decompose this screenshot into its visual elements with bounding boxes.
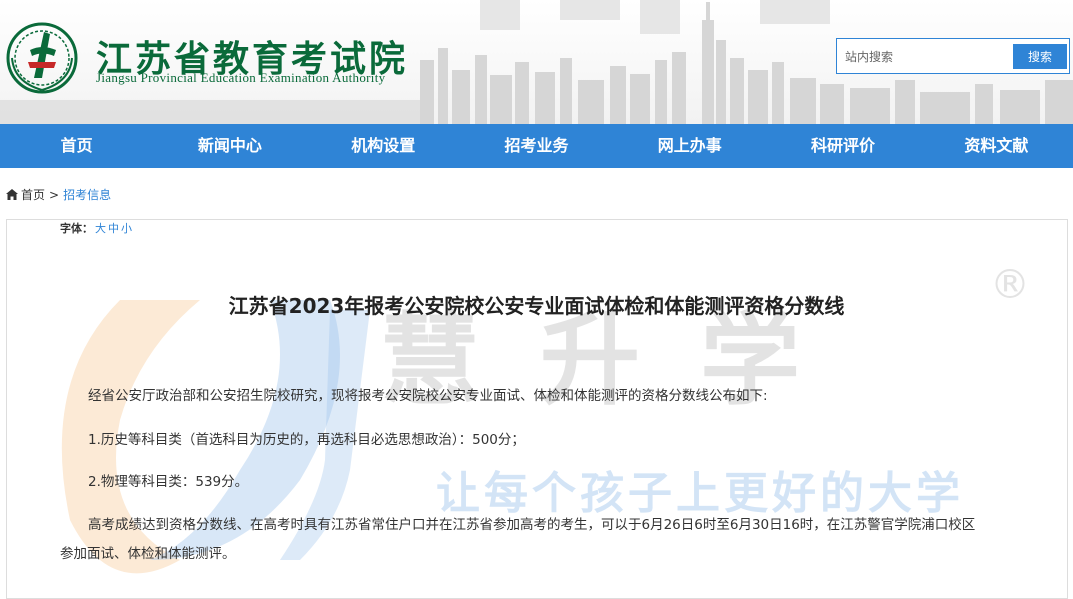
article-paragraph-line1: 高考成绩达到资格分数线、在高考时具有江苏省常住户口并在江苏省参加高考的考生，可以…: [88, 517, 976, 533]
breadcrumb-current-link[interactable]: 招考信息: [63, 186, 111, 203]
search-button[interactable]: 搜索: [1013, 44, 1067, 69]
breadcrumb-separator: >: [49, 187, 60, 202]
home-icon: [6, 189, 18, 200]
breadcrumb-home-link[interactable]: 首页: [21, 186, 45, 203]
nav-item-research[interactable]: 科研评价: [766, 124, 919, 168]
font-size-large[interactable]: 大: [95, 222, 106, 235]
article-intro: 经省公安厅政治部和公安招生院校研究，现将报考公安院校公安专业面试、体检和体能测评…: [88, 388, 768, 404]
font-size-switcher: 字体：大中小: [60, 220, 132, 236]
article-item-physics: 2.物理等科目类：539分。: [88, 474, 249, 490]
search-input[interactable]: [843, 45, 1007, 69]
font-size-label: 字体：: [60, 222, 93, 235]
jseea-logo-icon[interactable]: [4, 18, 80, 96]
nav-item-news[interactable]: 新闻中心: [153, 124, 306, 168]
article-item-history: 1.历史等科目类（首选科目为历史的，再选科目必选思想政治）：500分；: [88, 432, 525, 448]
article-paragraph-line2: 参加面试、体检和体能测评。: [60, 546, 236, 562]
nav-item-documents[interactable]: 资料文献: [920, 124, 1073, 168]
site-header: 江苏省教育考试院 Jiangsu Provincial Education Ex…: [0, 0, 1073, 124]
article-title: 江苏省2023年报考公安院校公安专业面试体检和体能测评资格分数线: [228, 294, 845, 318]
breadcrumb: 首页 > 招考信息: [6, 186, 111, 203]
nav-item-organization[interactable]: 机构设置: [307, 124, 460, 168]
search-form: 搜索: [836, 38, 1070, 74]
nav-item-home[interactable]: 首页: [0, 124, 153, 168]
main-nav: 首页 新闻中心 机构设置 招考业务 网上办事 科研评价 资料文献: [0, 124, 1073, 168]
site-name-en: Jiangsu Provincial Education Examination…: [96, 70, 386, 85]
font-size-small[interactable]: 小: [121, 222, 132, 235]
nav-item-online-services[interactable]: 网上办事: [613, 124, 766, 168]
font-size-medium[interactable]: 中: [108, 222, 119, 235]
nav-item-admissions[interactable]: 招考业务: [460, 124, 613, 168]
